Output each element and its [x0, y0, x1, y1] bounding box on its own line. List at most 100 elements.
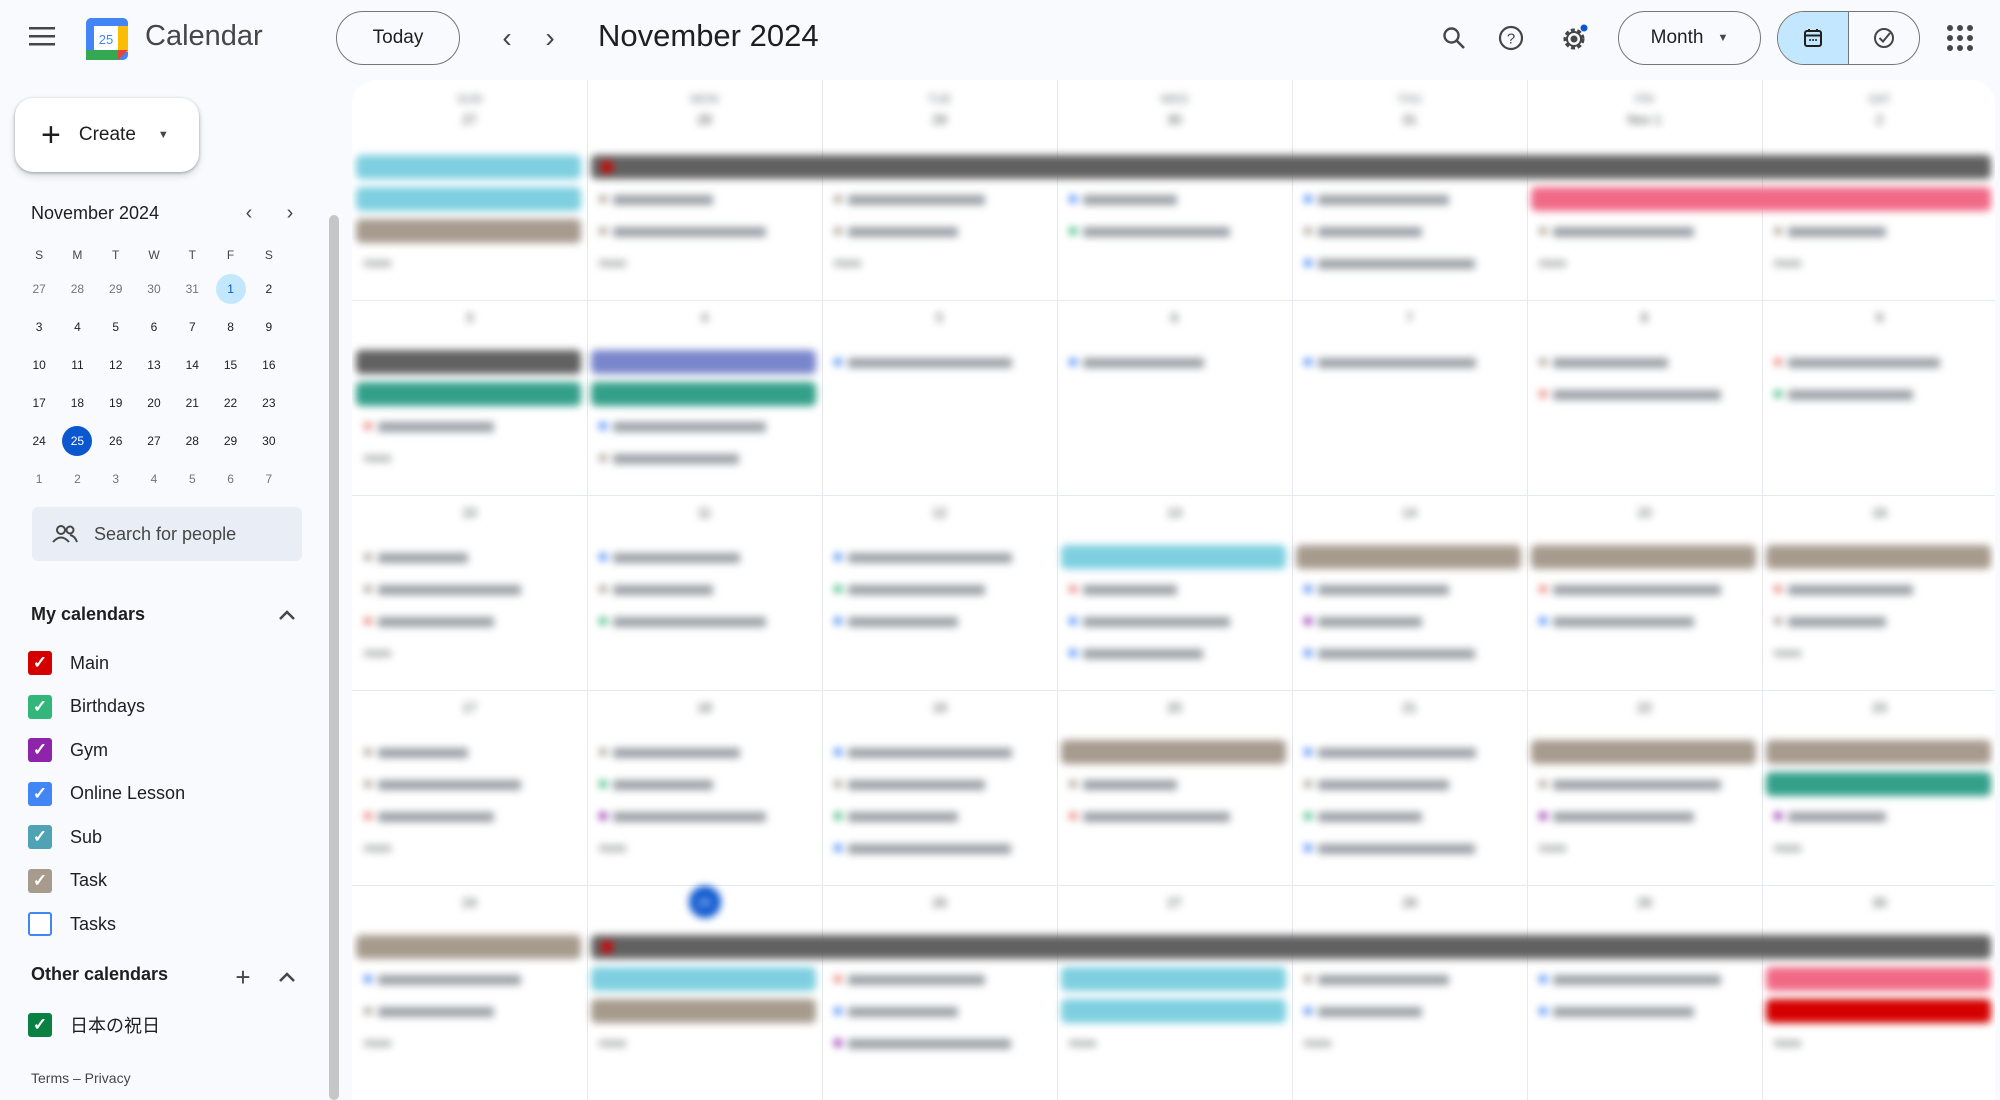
timed-event[interactable] — [826, 609, 1051, 633]
more-events-link[interactable]: more — [599, 1036, 626, 1050]
timed-event[interactable] — [1061, 219, 1286, 243]
search-button[interactable] — [1434, 18, 1474, 58]
all-day-event[interactable] — [356, 382, 581, 406]
timed-event[interactable] — [1531, 382, 1756, 406]
timed-event[interactable] — [1296, 251, 1521, 275]
timed-event[interactable] — [826, 350, 1051, 374]
all-day-event[interactable] — [1296, 545, 1521, 569]
all-day-event[interactable] — [356, 155, 581, 179]
timed-event[interactable] — [1296, 350, 1521, 374]
checkbox[interactable]: ✓ — [28, 781, 52, 806]
day-number[interactable]: 12 — [822, 505, 1057, 520]
mini-calendar-day[interactable]: 17 — [20, 384, 58, 422]
day-number[interactable]: 13 — [1057, 505, 1292, 520]
all-day-event[interactable] — [356, 935, 581, 959]
day-number[interactable]: 10 — [352, 505, 587, 520]
more-events-link[interactable]: more — [364, 451, 391, 465]
timed-event[interactable] — [1061, 350, 1286, 374]
view-select-dropdown[interactable]: Month ▼ — [1618, 11, 1761, 65]
mini-calendar-day[interactable]: 30 — [250, 422, 288, 460]
mini-calendar-day[interactable]: 15 — [211, 346, 249, 384]
day-number[interactable]: 24 — [352, 895, 587, 910]
timed-event[interactable] — [356, 545, 581, 569]
timed-event[interactable] — [591, 804, 816, 828]
all-day-event[interactable] — [1766, 967, 1991, 991]
mini-calendar-day[interactable]: 30 — [135, 270, 173, 308]
timed-event[interactable] — [826, 577, 1051, 601]
search-people-input[interactable]: Search for people — [32, 507, 302, 561]
timed-event[interactable] — [1061, 577, 1286, 601]
day-number[interactable]: 28 — [587, 112, 822, 127]
mini-calendar-day[interactable]: 7 — [173, 308, 211, 346]
day-number[interactable]: 7 — [1292, 310, 1527, 325]
more-events-link[interactable]: more — [1774, 841, 1801, 855]
timed-event[interactable] — [591, 740, 816, 764]
checkbox[interactable]: ✓ — [28, 651, 52, 675]
day-number[interactable]: 8 — [1527, 310, 1762, 325]
timed-event[interactable] — [826, 1031, 1051, 1055]
mini-calendar-day[interactable]: 5 — [173, 460, 211, 498]
timed-event[interactable] — [1531, 577, 1756, 601]
timed-event[interactable] — [356, 414, 581, 438]
all-day-event[interactable] — [1061, 740, 1286, 764]
timed-event[interactable] — [1766, 609, 1991, 633]
day-number[interactable]: 27 — [1057, 895, 1292, 910]
more-events-link[interactable]: more — [599, 841, 626, 855]
timed-event[interactable] — [1766, 219, 1991, 243]
day-number[interactable]: 29 — [1527, 895, 1762, 910]
mini-calendar-day[interactable]: 4 — [58, 308, 96, 346]
timed-event[interactable] — [1531, 350, 1756, 374]
more-events-link[interactable]: more — [1774, 646, 1801, 660]
previous-period-button[interactable]: ‹ — [489, 20, 525, 56]
mini-calendar-day[interactable]: 3 — [97, 460, 135, 498]
day-number[interactable]: 16 — [1762, 505, 1995, 520]
timed-event[interactable] — [591, 577, 816, 601]
more-events-link[interactable]: more — [1069, 1036, 1096, 1050]
timed-event[interactable] — [591, 609, 816, 633]
timed-event[interactable] — [826, 740, 1051, 764]
timed-event[interactable] — [826, 187, 1051, 211]
timed-event[interactable] — [1296, 641, 1521, 665]
more-events-link[interactable]: more — [599, 256, 626, 270]
timed-event[interactable] — [591, 545, 816, 569]
calendar-item-online-lesson[interactable]: ✓ Online Lesson — [28, 774, 185, 814]
day-number[interactable]: 19 — [822, 700, 1057, 715]
day-number[interactable]: 30 — [1762, 895, 1995, 910]
mini-calendar-day[interactable]: 14 — [173, 346, 211, 384]
mini-calendar-day[interactable]: 23 — [250, 384, 288, 422]
mini-calendar-day[interactable]: 2 — [58, 460, 96, 498]
timed-event[interactable] — [826, 545, 1051, 569]
more-events-link[interactable]: more — [364, 256, 391, 270]
mini-calendar-day[interactable]: 20 — [135, 384, 173, 422]
timed-event[interactable] — [826, 772, 1051, 796]
timed-event[interactable] — [1531, 804, 1756, 828]
calendar-item-日本の祝日[interactable]: ✓ 日本の祝日 — [28, 1005, 160, 1045]
checkbox[interactable]: ✓ — [28, 868, 52, 893]
checkbox[interactable]: ✓ — [28, 1013, 52, 1037]
timed-event[interactable] — [1531, 609, 1756, 633]
mini-calendar-day[interactable]: 22 — [211, 384, 249, 422]
more-events-link[interactable]: more — [1539, 841, 1566, 855]
multi-day-event[interactable] — [1531, 187, 1991, 211]
timed-event[interactable] — [826, 219, 1051, 243]
more-events-link[interactable]: more — [364, 841, 391, 855]
timed-event[interactable] — [1061, 641, 1286, 665]
mini-calendar-day[interactable]: 28 — [173, 422, 211, 460]
day-number[interactable]: 18 — [587, 700, 822, 715]
all-day-event[interactable] — [356, 187, 581, 211]
all-day-event[interactable] — [1061, 999, 1286, 1023]
all-day-event[interactable] — [1766, 740, 1991, 764]
mini-calendar-day[interactable]: 12 — [97, 346, 135, 384]
more-events-link[interactable]: more — [364, 1036, 391, 1050]
timed-event[interactable] — [1296, 577, 1521, 601]
timed-event[interactable] — [1296, 219, 1521, 243]
mini-calendar-day[interactable]: 9 — [250, 308, 288, 346]
all-day-event[interactable] — [1061, 545, 1286, 569]
calendar-item-gym[interactable]: ✓ Gym — [28, 730, 108, 770]
calendar-item-tasks[interactable]: Tasks — [28, 904, 116, 944]
mini-calendar-day[interactable]: 3 — [20, 308, 58, 346]
all-day-event[interactable] — [356, 350, 581, 374]
more-events-link[interactable]: more — [1774, 256, 1801, 270]
main-menu-button[interactable] — [24, 18, 60, 54]
timed-event[interactable] — [591, 219, 816, 243]
